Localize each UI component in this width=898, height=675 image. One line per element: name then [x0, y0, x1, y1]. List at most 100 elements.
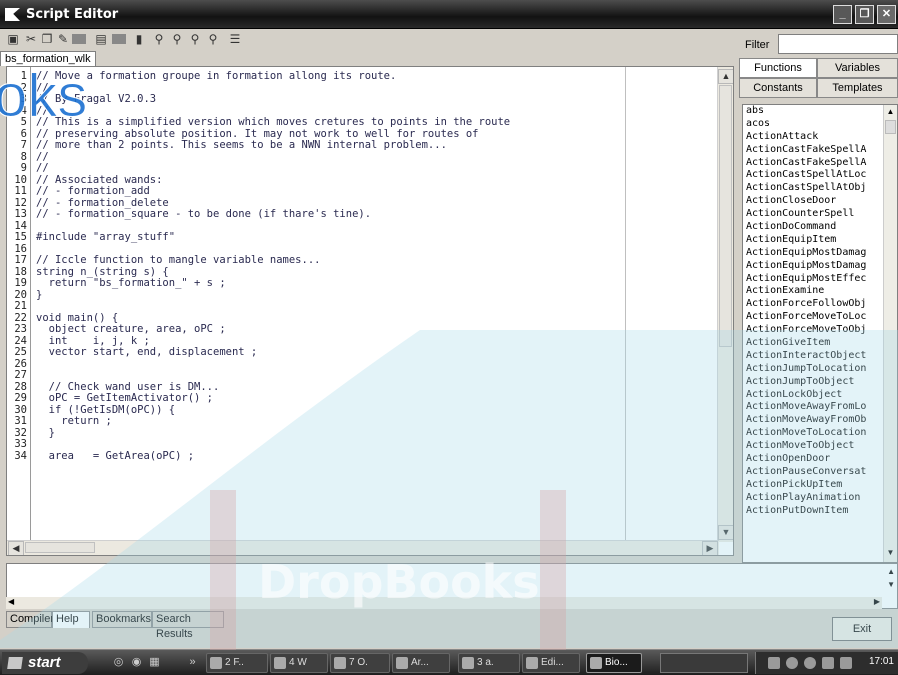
- editor-horizontal-scrollbar[interactable]: ◀ ▶: [7, 540, 719, 555]
- function-list-item[interactable]: abs: [743, 105, 897, 118]
- scroll-up-icon[interactable]: ▲: [718, 69, 733, 84]
- code-line[interactable]: 1 // Move a formation groupe in formation…: [7, 70, 719, 83]
- scroll-thumb[interactable]: [885, 120, 896, 134]
- quick-launch-more[interactable]: »: [186, 656, 199, 669]
- function-list-item[interactable]: ActionForceFollowObj: [743, 298, 897, 311]
- scroll-down-icon[interactable]: ▼: [885, 548, 896, 560]
- code-line[interactable]: 7 // more than 2 points. This seems to be…: [7, 139, 719, 152]
- tray-volume-icon[interactable]: [786, 657, 798, 669]
- square2-icon[interactable]: [112, 34, 126, 44]
- code-line[interactable]: 11 // - formation_add: [7, 185, 719, 198]
- replace-all-icon[interactable]: ⚲: [206, 32, 220, 46]
- taskbar-item-6[interactable]: Edi...: [522, 653, 580, 673]
- function-list-scrollbar[interactable]: ▲ ▼: [883, 105, 897, 562]
- start-button[interactable]: start: [2, 652, 88, 674]
- scroll-thumb[interactable]: [719, 85, 732, 347]
- tab-search-results[interactable]: Search Results: [152, 611, 224, 640]
- tray-network-icon[interactable]: [768, 657, 780, 669]
- function-list-item[interactable]: ActionJumpToLocation: [743, 363, 897, 376]
- paste-icon[interactable]: ✎: [56, 32, 70, 46]
- square-icon[interactable]: [72, 34, 86, 44]
- restore-button[interactable]: ❐: [855, 5, 874, 24]
- code-line[interactable]: 30 if (!GetIsDM(oPC)) {: [7, 404, 719, 417]
- exit-button[interactable]: Exit: [832, 617, 892, 641]
- scroll-up-icon[interactable]: ▲: [887, 567, 895, 576]
- function-list-item[interactable]: ActionEquipMostDamag: [743, 247, 897, 260]
- code-line[interactable]: 15 #include "array_stuff": [7, 231, 719, 244]
- tab-bookmarks[interactable]: Bookmarks: [92, 611, 152, 628]
- output-horizontal-scrollbar[interactable]: ◀ ▶: [6, 597, 882, 609]
- code-line[interactable]: 19 return "bs_formation_" + s ;: [7, 277, 719, 290]
- scroll-up-icon[interactable]: ▲: [885, 107, 896, 119]
- scroll-right-icon[interactable]: ▶: [874, 597, 880, 606]
- function-list-item[interactable]: ActionPauseConversat: [743, 466, 897, 479]
- code-line[interactable]: 27: [7, 369, 719, 382]
- code-line[interactable]: 3 // By Fragal V2.0.3: [7, 93, 719, 106]
- scroll-down-icon[interactable]: ▼: [718, 525, 733, 540]
- file-tab[interactable]: bs_formation_wlk: [0, 51, 96, 66]
- function-list-item[interactable]: ActionInteractObject: [743, 350, 897, 363]
- tray-app-icon[interactable]: [822, 657, 834, 669]
- function-list-item[interactable]: ActionExamine: [743, 285, 897, 298]
- function-list-item[interactable]: ActionAttack: [743, 131, 897, 144]
- function-list-item[interactable]: ActionCastFakeSpellA: [743, 144, 897, 157]
- tray-display-icon[interactable]: [840, 657, 852, 669]
- tab-templates[interactable]: Templates: [817, 78, 898, 98]
- code-line[interactable]: 33: [7, 438, 719, 451]
- taskbar-item-1[interactable]: 2 F..: [206, 653, 268, 673]
- function-list-item[interactable]: acos: [743, 118, 897, 131]
- address-toolbar[interactable]: [660, 653, 748, 673]
- function-list-item[interactable]: ActionPlayAnimation: [743, 492, 897, 505]
- function-list-item[interactable]: ActionLockObject: [743, 389, 897, 402]
- tab-variables[interactable]: Variables: [817, 58, 898, 78]
- function-list-item[interactable]: ActionMoveToObject: [743, 440, 897, 453]
- function-list-item[interactable]: ActionPutDownItem: [743, 505, 897, 518]
- taskbar-item-2[interactable]: 4 W: [270, 653, 328, 673]
- function-list-item[interactable]: ActionEquipMostDamag: [743, 260, 897, 273]
- filter-input[interactable]: [778, 34, 898, 54]
- editor-vertical-scrollbar[interactable]: ▲ ▼: [717, 67, 733, 542]
- code-line[interactable]: 32 }: [7, 427, 719, 440]
- replace-icon[interactable]: ⚲: [188, 32, 202, 46]
- tab-help[interactable]: Help: [52, 611, 90, 628]
- code-line[interactable]: 29 oPC = GetItemActivator() ;: [7, 392, 719, 405]
- taskbar-item-3[interactable]: 7 O.: [330, 653, 390, 673]
- function-list-item[interactable]: ActionOpenDoor: [743, 453, 897, 466]
- function-list-item[interactable]: ActionMoveAwayFromOb: [743, 414, 897, 427]
- code-editor[interactable]: 1 // Move a formation groupe in formation…: [6, 66, 734, 556]
- function-list-item[interactable]: ActionCastSpellAtLoc: [743, 169, 897, 182]
- code-line[interactable]: 21: [7, 300, 719, 313]
- function-list-item[interactable]: ActionCastFakeSpellA: [743, 157, 897, 170]
- code-line[interactable]: 9 //: [7, 162, 719, 175]
- function-list[interactable]: abs acos ActionAttack ActionCastFakeSpellA A…: [742, 104, 898, 563]
- code-line[interactable]: 13 // - formation_square - to be done (if…: [7, 208, 719, 221]
- function-list-item[interactable]: ActionMoveToLocation: [743, 427, 897, 440]
- code-line[interactable]: 34 area = GetArea(oPC) ;: [7, 450, 719, 463]
- function-list-item[interactable]: ActionPickUpItem: [743, 479, 897, 492]
- taskbar-item-4[interactable]: Ar...: [392, 653, 450, 673]
- function-list-item[interactable]: ActionGiveItem: [743, 337, 897, 350]
- copy-icon[interactable]: ❐: [40, 32, 54, 46]
- code-line[interactable]: 25 vector start, end, displacement ;: [7, 346, 719, 359]
- function-list-item[interactable]: ActionDoCommand: [743, 221, 897, 234]
- find-next-icon[interactable]: ⚲: [170, 32, 184, 46]
- minimize-button[interactable]: _: [833, 5, 852, 24]
- function-list-item[interactable]: ActionCounterSpell: [743, 208, 897, 221]
- scroll-left-icon[interactable]: ◀: [8, 597, 14, 606]
- function-list-item[interactable]: ActionEquipItem: [743, 234, 897, 247]
- bookmark-icon[interactable]: ▮: [132, 32, 146, 46]
- function-list-item[interactable]: ActionCloseDoor: [743, 195, 897, 208]
- tab-functions[interactable]: Functions: [739, 58, 817, 78]
- desktop-icon[interactable]: ▦: [148, 656, 161, 669]
- scroll-left-icon[interactable]: ◀: [8, 541, 24, 555]
- code-line[interactable]: 8//: [7, 151, 719, 164]
- function-list-item[interactable]: ActionJumpToObject: [743, 376, 897, 389]
- scroll-down-icon[interactable]: ▼: [887, 580, 895, 589]
- function-list-item[interactable]: ActionForceMoveToObj: [743, 324, 897, 337]
- function-list-item[interactable]: ActionEquipMostEffec: [743, 273, 897, 286]
- cut-icon[interactable]: ✂: [24, 32, 38, 46]
- code-line[interactable]: 26: [7, 358, 719, 371]
- taskbar-item-7[interactable]: Bio...: [586, 653, 642, 673]
- tab-compiler[interactable]: Compiler: [6, 611, 54, 628]
- code-line[interactable]: 31 return ;: [7, 415, 719, 428]
